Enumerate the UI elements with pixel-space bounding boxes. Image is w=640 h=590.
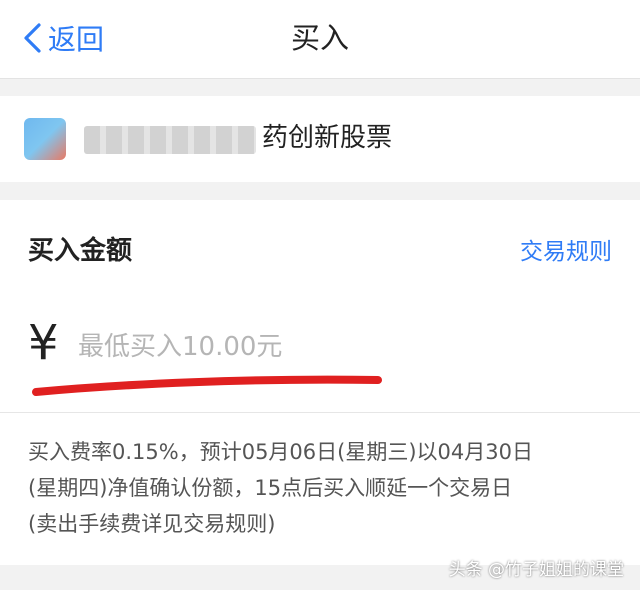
fund-name: 药创新股票 (262, 123, 393, 153)
top-nav-bar: 返回 买入 (0, 0, 640, 79)
blurred-fund-name-part (84, 126, 256, 154)
currency-symbol: ¥ (28, 315, 59, 371)
info-line-1: 买入费率0.15%，预计05月06日(星期三)以04月30日 (28, 440, 533, 464)
fee-info-card: 买入费率0.15%，预计05月06日(星期三)以04月30日 (星期四)净值确认… (0, 413, 640, 565)
info-line-2: (星期四)净值确认份额，15点后买入顺延一个交易日 (28, 476, 513, 500)
watermark: 头条 @竹子姐姐的课堂 (448, 560, 624, 580)
fund-logo (24, 118, 66, 160)
fund-info-card: 药创新股票 (0, 96, 640, 182)
buy-amount-label: 买入金额 (28, 236, 133, 266)
amount-input[interactable] (76, 324, 560, 370)
trading-rules-link[interactable]: 交易规则 (520, 232, 612, 266)
red-underline-annotation (32, 375, 382, 396)
page-title: 买入 (290, 21, 349, 55)
info-line-3: (卖出手续费详见交易规则) (28, 512, 276, 536)
